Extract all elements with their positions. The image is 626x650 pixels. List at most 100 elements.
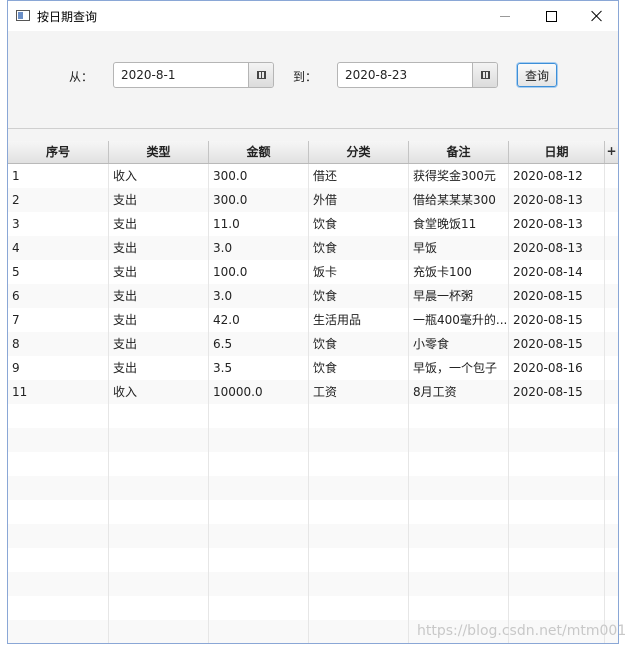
cell-type [109, 572, 209, 596]
cell-category [309, 620, 409, 643]
cell-amount [209, 476, 309, 500]
cell-date: 2020-08-15 [509, 380, 605, 404]
table-row[interactable]: 4 支出 3.0 饮食 早饭 2020-08-13 [8, 236, 618, 260]
cell-date [509, 500, 605, 524]
minimize-icon [500, 15, 510, 17]
cell-type: 支出 [109, 356, 209, 380]
cell-date [509, 572, 605, 596]
cell-note: 早饭，一个包子 [409, 356, 509, 380]
cell-type: 支出 [109, 212, 209, 236]
maximize-button[interactable] [528, 1, 574, 31]
cell-type [109, 428, 209, 452]
cell-index: 5 [8, 260, 109, 284]
cell-type: 支出 [109, 284, 209, 308]
cell-index: 7 [8, 308, 109, 332]
table-row[interactable]: 2 支出 300.0 外借 借给某某某300 2020-08-13 [8, 188, 618, 212]
cell-type: 支出 [109, 308, 209, 332]
cell-index: 2 [8, 188, 109, 212]
cell-index [8, 596, 109, 620]
table-row[interactable]: 1 收入 300.0 借还 获得奖金300元 2020-08-12 [8, 164, 618, 188]
cell-category [309, 428, 409, 452]
empty-table-row[interactable] [8, 404, 618, 428]
from-date-picker[interactable] [113, 62, 274, 88]
empty-table-row[interactable] [8, 572, 618, 596]
cell-category: 饮食 [309, 356, 409, 380]
from-date-input[interactable] [114, 63, 250, 87]
cell-category [309, 476, 409, 500]
empty-table-row[interactable] [8, 476, 618, 500]
cell-date: 2020-08-12 [509, 164, 605, 188]
to-date-input[interactable] [338, 63, 474, 87]
empty-table-row[interactable] [8, 428, 618, 452]
cell-note [409, 404, 509, 428]
cell-amount [209, 428, 309, 452]
title-bar[interactable]: 按日期查询 [8, 1, 618, 31]
cell-amount: 6.5 [209, 332, 309, 356]
table-row[interactable]: 3 支出 11.0 饮食 食堂晚饭11 2020-08-13 [8, 212, 618, 236]
cell-note: 小零食 [409, 332, 509, 356]
cell-category [309, 524, 409, 548]
cell-note: 借给某某某300 [409, 188, 509, 212]
records-table[interactable]: 序号 类型 金额 分类 备注 日期 + 1 收入 300.0 借还 获得奖金300元 20… [8, 141, 618, 643]
column-header-date[interactable]: 日期 [509, 141, 605, 163]
cell-note: 食堂晚饭11 [409, 212, 509, 236]
minimize-button[interactable] [482, 1, 528, 31]
table-row[interactable]: 8 支出 6.5 饮食 小零食 2020-08-15 [8, 332, 618, 356]
cell-note [409, 572, 509, 596]
cell-index: 4 [8, 236, 109, 260]
table-row[interactable]: 6 支出 3.0 饮食 早晨一杯粥 2020-08-15 [8, 284, 618, 308]
cell-amount: 300.0 [209, 164, 309, 188]
cell-date [509, 452, 605, 476]
cell-type: 支出 [109, 236, 209, 260]
empty-table-row[interactable] [8, 500, 618, 524]
cell-date [509, 428, 605, 452]
cell-index: 3 [8, 212, 109, 236]
cell-category [309, 548, 409, 572]
to-calendar-button[interactable] [472, 63, 497, 87]
empty-table-row[interactable] [8, 452, 618, 476]
close-button[interactable] [574, 1, 620, 31]
column-header-type[interactable]: 类型 [109, 141, 209, 163]
column-header-amount[interactable]: 金额 [209, 141, 309, 163]
cell-date [509, 476, 605, 500]
cell-amount: 11.0 [209, 212, 309, 236]
table-row[interactable]: 5 支出 100.0 饭卡 充饭卡100 2020-08-14 [8, 260, 618, 284]
divider [8, 128, 618, 129]
cell-type [109, 500, 209, 524]
cell-category: 饮食 [309, 332, 409, 356]
cell-amount: 10000.0 [209, 380, 309, 404]
app-window-icon [16, 10, 30, 21]
column-header-index[interactable]: 序号 [8, 141, 109, 163]
cell-type: 支出 [109, 260, 209, 284]
to-date-picker[interactable] [337, 62, 498, 88]
cell-category: 饮食 [309, 236, 409, 260]
query-button[interactable]: 查询 [517, 63, 557, 87]
empty-table-row[interactable] [8, 596, 618, 620]
cell-category: 工资 [309, 380, 409, 404]
cell-amount [209, 572, 309, 596]
column-header-category[interactable]: 分类 [309, 141, 409, 163]
cell-type [109, 596, 209, 620]
table-row[interactable]: 7 支出 42.0 生活用品 一瓶400毫升的... 2020-08-15 [8, 308, 618, 332]
cell-date [509, 524, 605, 548]
cell-index: 1 [8, 164, 109, 188]
cell-date: 2020-08-13 [509, 188, 605, 212]
cell-type [109, 548, 209, 572]
cell-type [109, 452, 209, 476]
cell-amount: 100.0 [209, 260, 309, 284]
cell-note: 充饭卡100 [409, 260, 509, 284]
cell-category [309, 500, 409, 524]
cell-category: 饮食 [309, 284, 409, 308]
column-header-note[interactable]: 备注 [409, 141, 509, 163]
empty-table-row[interactable] [8, 524, 618, 548]
table-row[interactable]: 11 收入 10000.0 工资 8月工资 2020-08-15 [8, 380, 618, 404]
column-menu-button[interactable]: + [605, 141, 618, 163]
cell-date: 2020-08-16 [509, 356, 605, 380]
calendar-icon [256, 71, 266, 79]
table-row[interactable]: 9 支出 3.5 饮食 早饭，一个包子 2020-08-16 [8, 356, 618, 380]
cell-date: 2020-08-13 [509, 212, 605, 236]
cell-amount: 300.0 [209, 188, 309, 212]
empty-table-row[interactable] [8, 548, 618, 572]
from-calendar-button[interactable] [248, 63, 273, 87]
cell-amount: 42.0 [209, 308, 309, 332]
